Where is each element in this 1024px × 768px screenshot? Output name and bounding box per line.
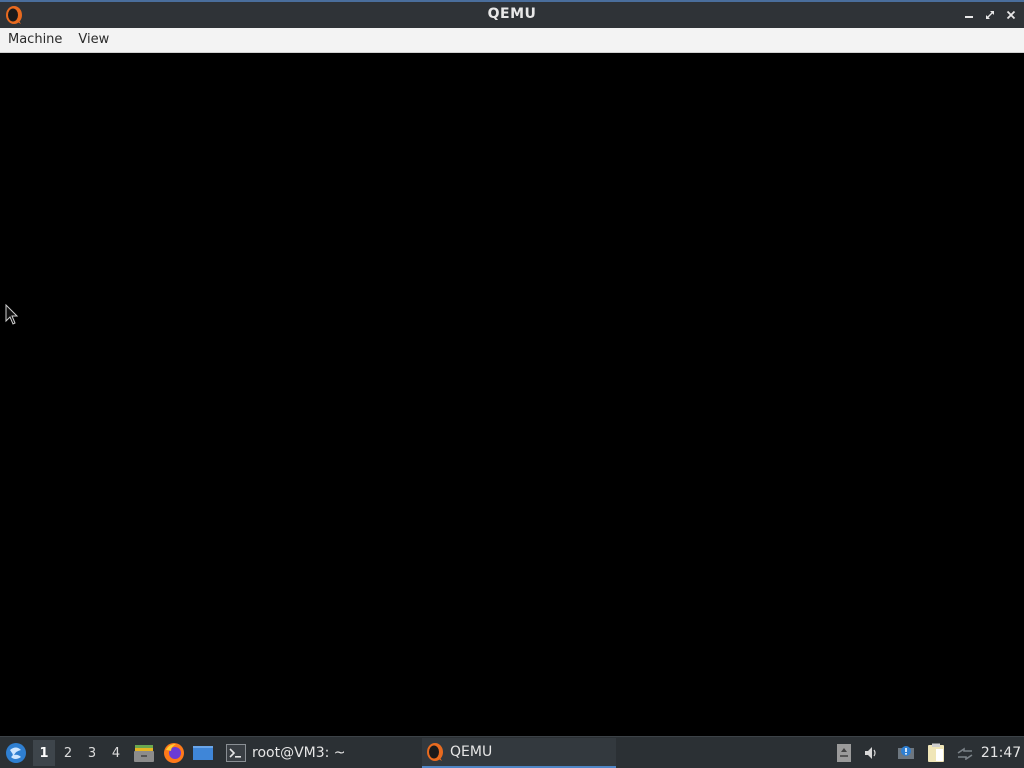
workspace-4[interactable]: 4 [105, 740, 127, 766]
clipboard-icon [928, 743, 944, 762]
drive-icon [837, 744, 851, 762]
volume-icon [865, 747, 876, 759]
tray-drive[interactable] [834, 742, 854, 764]
minimize-button[interactable] [960, 6, 978, 24]
restore-icon [986, 11, 994, 19]
show-desktop-button[interactable] [191, 741, 215, 765]
update-notifier-icon [898, 746, 914, 759]
tray-network[interactable] [955, 742, 975, 764]
menu-machine[interactable]: Machine [0, 28, 70, 52]
file-manager-launcher[interactable] [132, 741, 156, 765]
taskbar: 1 2 3 4 root@VM3: ~ QEMU 21:47 [0, 736, 1024, 768]
tray-volume[interactable] [862, 742, 882, 764]
close-button[interactable] [1002, 6, 1020, 24]
task-qemu[interactable]: QEMU [422, 738, 616, 768]
qemu-icon [427, 743, 443, 761]
close-icon [1006, 10, 1016, 20]
firefox-icon [164, 743, 184, 763]
workspace-2[interactable]: 2 [57, 740, 79, 766]
clock[interactable]: 21:47 [980, 737, 1022, 768]
vm-display[interactable] [0, 53, 1024, 736]
menu-bar: Machine View [0, 28, 1024, 53]
workspace-1[interactable]: 1 [33, 740, 55, 766]
lxqt-logo-icon [6, 742, 26, 763]
window-title: QEMU [487, 6, 537, 22]
tray-clipboard[interactable] [926, 742, 946, 764]
workspace-3[interactable]: 3 [81, 740, 103, 766]
maximize-button[interactable] [981, 6, 999, 24]
menu-view[interactable]: View [70, 28, 117, 52]
task-terminal-label: root@VM3: ~ [252, 745, 346, 761]
terminal-icon [226, 744, 246, 762]
file-manager-icon [134, 745, 154, 762]
mouse-cursor-icon [5, 304, 19, 325]
desktop-icon [193, 746, 213, 760]
start-menu-button[interactable] [3, 739, 29, 766]
task-qemu-label: QEMU [450, 744, 493, 760]
minimize-icon [965, 16, 973, 18]
firefox-launcher[interactable] [162, 741, 186, 765]
task-terminal[interactable]: root@VM3: ~ [222, 738, 416, 768]
window-titlebar[interactable]: QEMU [0, 0, 1024, 28]
network-icon [957, 747, 973, 760]
desktop-screen: QEMU Machine View 1 2 3 4 root@VM3: ~ QE… [0, 0, 1024, 768]
tray-update-notifier[interactable] [896, 742, 916, 764]
